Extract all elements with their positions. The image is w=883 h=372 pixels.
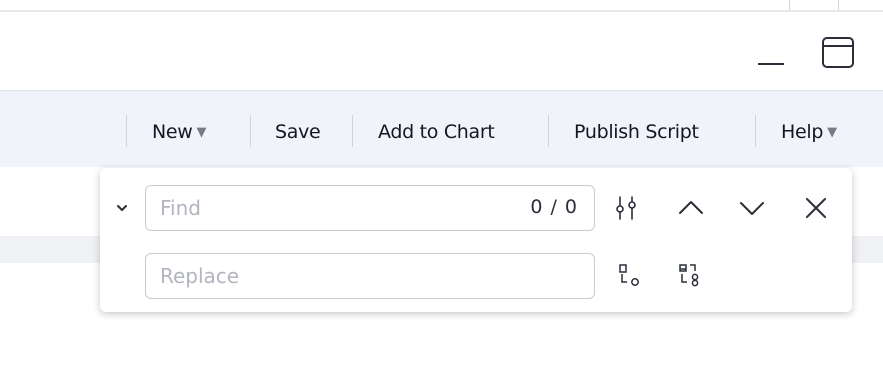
help-menu-button[interactable]: Help ▼ [781,119,837,145]
toolbar-divider [352,115,353,147]
chevron-down-icon [740,202,764,215]
new-label: New [152,121,193,143]
replace-all-button[interactable] [673,259,707,293]
pine-editor-window: New ▼ Save Add to Chart Publish Script He… [0,0,883,372]
replace-all-icon [679,264,699,287]
match-count: 0 / 0 [530,196,578,218]
search-options-button[interactable] [609,191,643,225]
minimize-button[interactable] [753,34,789,70]
minimize-icon [758,63,784,65]
search-options-icon [616,196,636,220]
close-icon [806,198,826,218]
toolbar-divider [548,115,549,147]
replace-button[interactable] [613,259,647,293]
replace-field [145,253,595,299]
find-field: 0 / 0 [145,185,595,231]
save-button[interactable]: Save [275,119,321,145]
help-label: Help [781,121,824,143]
editor-toolbar: New ▼ Save Add to Chart Publish Script He… [0,90,883,167]
toggle-replace-button[interactable] [114,198,130,218]
divider [789,0,790,10]
maximize-icon [822,36,854,68]
toolbar-divider [250,115,251,147]
maximize-button[interactable] [820,34,856,70]
toolbar-divider [126,115,127,147]
next-match-button[interactable] [735,191,769,225]
replace-input[interactable] [160,262,490,290]
publish-script-button[interactable]: Publish Script [574,119,699,145]
chevron-up-icon [679,201,703,214]
window-title-bar [0,12,883,88]
dropdown-caret-icon: ▼ [827,125,837,140]
divider [838,0,839,10]
toolbar-divider [755,115,756,147]
previous-match-button[interactable] [674,191,708,225]
replace-icon [619,264,639,286]
chevron-down-icon [117,205,127,211]
top-strip [0,0,883,12]
find-input[interactable] [160,194,490,222]
new-menu-button[interactable]: New ▼ [152,119,207,145]
add-to-chart-button[interactable]: Add to Chart [378,119,495,145]
find-replace-widget: 0 / 0 [100,168,852,312]
dropdown-caret-icon: ▼ [196,125,207,140]
close-find-button[interactable] [799,191,833,225]
